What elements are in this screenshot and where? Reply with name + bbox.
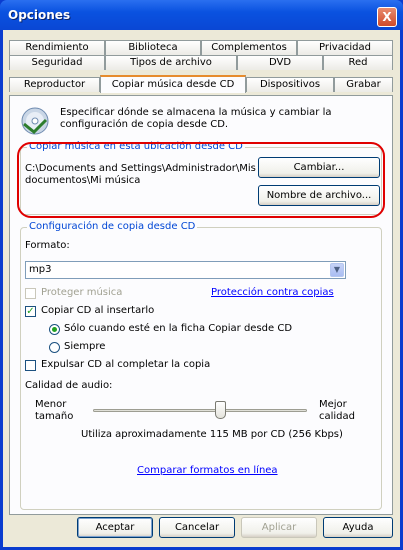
tab-row-2: Seguridad Tipos de archivo DVD Red xyxy=(9,55,393,71)
close-icon: X xyxy=(382,10,392,24)
tab-privacidad[interactable]: Privacidad xyxy=(297,40,393,55)
tab-row-3: Reproductor Copiar música desde CD Dispo… xyxy=(9,75,393,93)
tab-biblioteca[interactable]: Biblioteca xyxy=(105,40,201,55)
tab-reproductor[interactable]: Reproductor xyxy=(9,77,100,92)
quality-max-label-2: calidad xyxy=(319,411,356,422)
tab-complementos[interactable]: Complementos xyxy=(201,40,297,55)
cd-rip-icon xyxy=(20,106,50,136)
help-button[interactable]: Ayuda xyxy=(323,517,393,538)
audio-quality-track[interactable] xyxy=(93,409,307,412)
eject-cd-label: Expulsar CD al completar la copia xyxy=(41,359,211,370)
tab-panel: Especificar dónde se almacena la música … xyxy=(9,95,393,515)
quality-max-label-1: Mejor xyxy=(319,399,347,410)
tab-dvd[interactable]: DVD xyxy=(237,55,323,70)
protect-music-checkbox[interactable] xyxy=(25,288,36,299)
audio-quality-label: Calidad de audio: xyxy=(25,380,113,391)
format-value: mp3 xyxy=(29,264,52,275)
eject-cd-checkbox[interactable] xyxy=(25,360,36,371)
copy-protection-link[interactable]: Protección contra copias xyxy=(211,287,334,298)
copy-on-insert-checkbox[interactable]: ✓ xyxy=(25,306,36,317)
window-title: Opciones xyxy=(8,8,71,22)
radio-only-on-tab-label: Sólo cuando esté en la ficha Copiar desd… xyxy=(64,323,293,334)
quality-min-label-1: Menor xyxy=(35,399,67,410)
close-button[interactable]: X xyxy=(377,7,397,27)
tab-copiar-musica[interactable]: Copiar música desde CD xyxy=(100,75,246,93)
radio-only-on-tab[interactable] xyxy=(49,324,60,335)
annotation-highlight xyxy=(17,142,385,218)
apply-button[interactable]: Aplicar xyxy=(241,517,317,538)
cancel-button[interactable]: Cancelar xyxy=(159,517,235,538)
quality-info: Utiliza aproximadamente 115 MB por CD (2… xyxy=(81,429,343,440)
tab-dispositivos[interactable]: Dispositivos xyxy=(246,77,334,92)
radio-always-label: Siempre xyxy=(64,341,106,352)
quality-min-label-2: tamaño xyxy=(35,411,74,422)
dialog-client-area: Rendimiento Biblioteca Complementos Priv… xyxy=(3,30,400,547)
format-label: Formato: xyxy=(25,240,70,251)
compare-formats-link[interactable]: Comparar formatos en línea xyxy=(137,465,278,476)
rip-settings-group-title: Configuración de copia desde CD xyxy=(27,221,198,232)
tab-rendimiento[interactable]: Rendimiento xyxy=(9,40,105,55)
copy-on-insert-label: Copiar CD al insertarlo xyxy=(41,305,155,316)
tab-seguridad[interactable]: Seguridad xyxy=(9,55,105,70)
protect-music-label: Proteger música xyxy=(41,287,123,298)
tab-description: Especificar dónde se almacena la música … xyxy=(60,107,332,130)
tab-red[interactable]: Red xyxy=(323,55,393,70)
tab-tipos-de-archivo[interactable]: Tipos de archivo xyxy=(105,55,237,70)
tab-row-1: Rendimiento Biblioteca Complementos Priv… xyxy=(9,40,393,56)
radio-always[interactable] xyxy=(49,342,60,353)
chevron-down-icon[interactable]: ▼ xyxy=(330,263,344,277)
title-bar[interactable]: Opciones X xyxy=(0,0,403,30)
rip-settings-group: Configuración de copia desde CD Formato:… xyxy=(20,221,382,510)
audio-quality-slider[interactable] xyxy=(214,401,226,419)
options-window: Opciones X Rendimiento Biblioteca Comple… xyxy=(0,0,403,550)
format-select[interactable]: mp3 ▼ xyxy=(25,261,346,279)
accept-button[interactable]: Aceptar xyxy=(77,517,153,538)
radio-selected-dot xyxy=(52,327,57,332)
tab-grabar[interactable]: Grabar xyxy=(334,77,393,92)
